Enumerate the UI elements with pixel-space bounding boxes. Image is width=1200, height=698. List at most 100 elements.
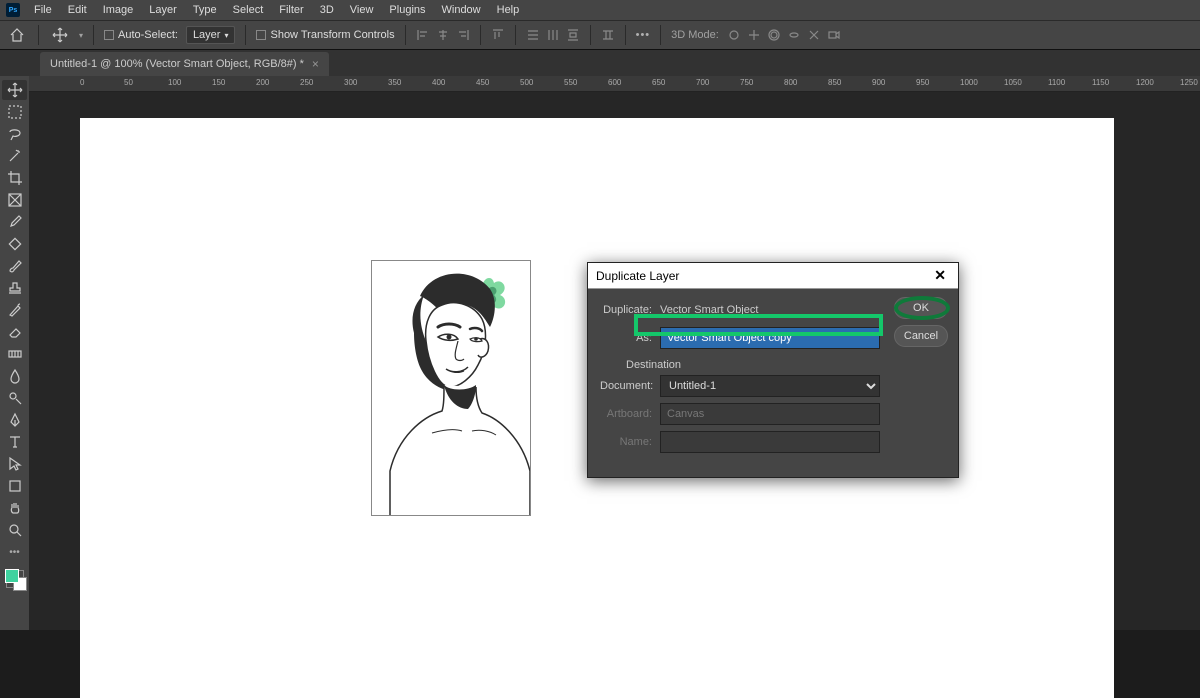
crop-tool[interactable] bbox=[2, 168, 27, 188]
cancel-button[interactable]: Cancel bbox=[894, 325, 948, 347]
move-tool-icon bbox=[49, 24, 71, 46]
ruler-tick: 550 bbox=[564, 78, 577, 87]
brush-tool[interactable] bbox=[2, 256, 27, 276]
stamp-tool[interactable] bbox=[2, 278, 27, 298]
align-center-h-icon[interactable] bbox=[436, 28, 450, 42]
align-icons-group bbox=[416, 28, 470, 42]
divider bbox=[660, 25, 661, 45]
blur-tool[interactable] bbox=[2, 366, 27, 386]
name-label: Name: bbox=[600, 436, 660, 448]
ruler-tick: 700 bbox=[696, 78, 709, 87]
ruler-tick: 100 bbox=[168, 78, 181, 87]
tab-close-icon[interactable]: × bbox=[312, 57, 319, 71]
menu-type[interactable]: Type bbox=[185, 4, 225, 16]
menu-layer[interactable]: Layer bbox=[141, 4, 185, 16]
ruler-tick: 800 bbox=[784, 78, 797, 87]
menu-help[interactable]: Help bbox=[489, 4, 528, 16]
dropdown-caret-icon[interactable]: ▾ bbox=[79, 31, 83, 40]
distribute-v-icon[interactable] bbox=[526, 28, 540, 42]
divider bbox=[245, 25, 246, 45]
wand-tool[interactable] bbox=[2, 146, 27, 166]
artboard-label: Artboard: bbox=[600, 408, 660, 420]
menu-image[interactable]: Image bbox=[95, 4, 142, 16]
distribute-icons-group-2 bbox=[526, 28, 580, 42]
eyedropper-tool[interactable] bbox=[2, 212, 27, 232]
ruler-tick: 1250 bbox=[1180, 78, 1198, 87]
as-label: As: bbox=[600, 332, 660, 344]
mode3d-label: 3D Mode: bbox=[671, 29, 719, 41]
healing-tool[interactable] bbox=[2, 234, 27, 254]
dialog-titlebar[interactable]: Duplicate Layer ✕ bbox=[588, 263, 958, 289]
shape-tool[interactable] bbox=[2, 476, 27, 496]
pen-tool[interactable] bbox=[2, 410, 27, 430]
duplicate-label: Duplicate: bbox=[600, 304, 660, 316]
auto-select-target-dropdown[interactable]: Layer ▾ bbox=[186, 26, 236, 44]
path-select-tool[interactable] bbox=[2, 454, 27, 474]
menubar: Ps File Edit Image Layer Type Select Fil… bbox=[0, 0, 1200, 20]
close-icon[interactable]: ✕ bbox=[930, 267, 950, 284]
align-to-group bbox=[601, 28, 615, 42]
auto-select-checkbox[interactable]: Auto-Select: bbox=[104, 29, 178, 41]
more-options-icon[interactable]: ••• bbox=[636, 29, 651, 41]
menu-window[interactable]: Window bbox=[434, 4, 489, 16]
ruler-tick: 400 bbox=[432, 78, 445, 87]
document-label: Document: bbox=[600, 380, 660, 392]
ruler-tick: 200 bbox=[256, 78, 269, 87]
align-to-icon[interactable] bbox=[601, 28, 615, 42]
ruler-tick: 950 bbox=[916, 78, 929, 87]
menu-plugins[interactable]: Plugins bbox=[381, 4, 433, 16]
ruler-tick: 1150 bbox=[1092, 78, 1109, 87]
ruler-tick: 1000 bbox=[960, 78, 978, 87]
scale3d-icon[interactable] bbox=[807, 28, 821, 42]
ok-button[interactable]: OK bbox=[894, 297, 948, 319]
ruler-tick: 850 bbox=[828, 78, 841, 87]
duplicate-value: Vector Smart Object bbox=[660, 304, 758, 316]
auto-select-label: Auto-Select: bbox=[118, 29, 178, 41]
history-brush-tool[interactable] bbox=[2, 300, 27, 320]
destination-label: Destination bbox=[600, 355, 946, 375]
menu-filter[interactable]: Filter bbox=[271, 4, 311, 16]
menu-select[interactable]: Select bbox=[225, 4, 272, 16]
distribute-space-icon[interactable] bbox=[566, 28, 580, 42]
as-input[interactable] bbox=[660, 327, 880, 349]
align-right-icon[interactable] bbox=[456, 28, 470, 42]
menu-file[interactable]: File bbox=[26, 4, 60, 16]
ruler-tick: 500 bbox=[520, 78, 533, 87]
orbit-icon[interactable] bbox=[727, 28, 741, 42]
menu-view[interactable]: View bbox=[342, 4, 382, 16]
ruler-tick: 1050 bbox=[1004, 78, 1022, 87]
dolly-icon[interactable] bbox=[767, 28, 781, 42]
home-button[interactable] bbox=[6, 24, 28, 46]
eraser-tool[interactable] bbox=[2, 322, 27, 342]
document-select[interactable]: Untitled-1 bbox=[660, 375, 880, 397]
camera-icon[interactable] bbox=[827, 28, 841, 42]
dodge-tool[interactable] bbox=[2, 388, 27, 408]
move-tool[interactable] bbox=[2, 80, 27, 100]
pan-icon[interactable] bbox=[747, 28, 761, 42]
document-tab[interactable]: Untitled-1 @ 100% (Vector Smart Object, … bbox=[40, 52, 329, 76]
marquee-tool[interactable] bbox=[2, 102, 27, 122]
lasso-tool[interactable] bbox=[2, 124, 27, 144]
edit-toolbar[interactable]: ••• bbox=[2, 542, 27, 562]
hand-tool[interactable] bbox=[2, 498, 27, 518]
gradient-tool[interactable] bbox=[2, 344, 27, 364]
menu-3d[interactable]: 3D bbox=[312, 4, 342, 16]
ruler-tick: 900 bbox=[872, 78, 885, 87]
divider bbox=[590, 25, 591, 45]
show-transform-checkbox[interactable]: Show Transform Controls bbox=[256, 29, 394, 41]
options-bar: ▾ Auto-Select: Layer ▾ Show Transform Co… bbox=[0, 20, 1200, 50]
artwork-smart-object[interactable] bbox=[371, 260, 531, 516]
align-left-icon[interactable] bbox=[416, 28, 430, 42]
zoom-tool[interactable] bbox=[2, 520, 27, 540]
divider bbox=[405, 25, 406, 45]
name-input bbox=[660, 431, 880, 453]
color-swatch[interactable] bbox=[6, 570, 24, 588]
menu-edit[interactable]: Edit bbox=[60, 4, 95, 16]
duplicate-layer-dialog: Duplicate Layer ✕ OK Cancel Duplicate: V… bbox=[587, 262, 959, 478]
align-top-icon[interactable] bbox=[491, 28, 505, 42]
frame-tool[interactable] bbox=[2, 190, 27, 210]
rotate3d-icon[interactable] bbox=[787, 28, 801, 42]
tab-title: Untitled-1 @ 100% (Vector Smart Object, … bbox=[50, 58, 304, 70]
type-tool[interactable] bbox=[2, 432, 27, 452]
distribute-h-icon[interactable] bbox=[546, 28, 560, 42]
